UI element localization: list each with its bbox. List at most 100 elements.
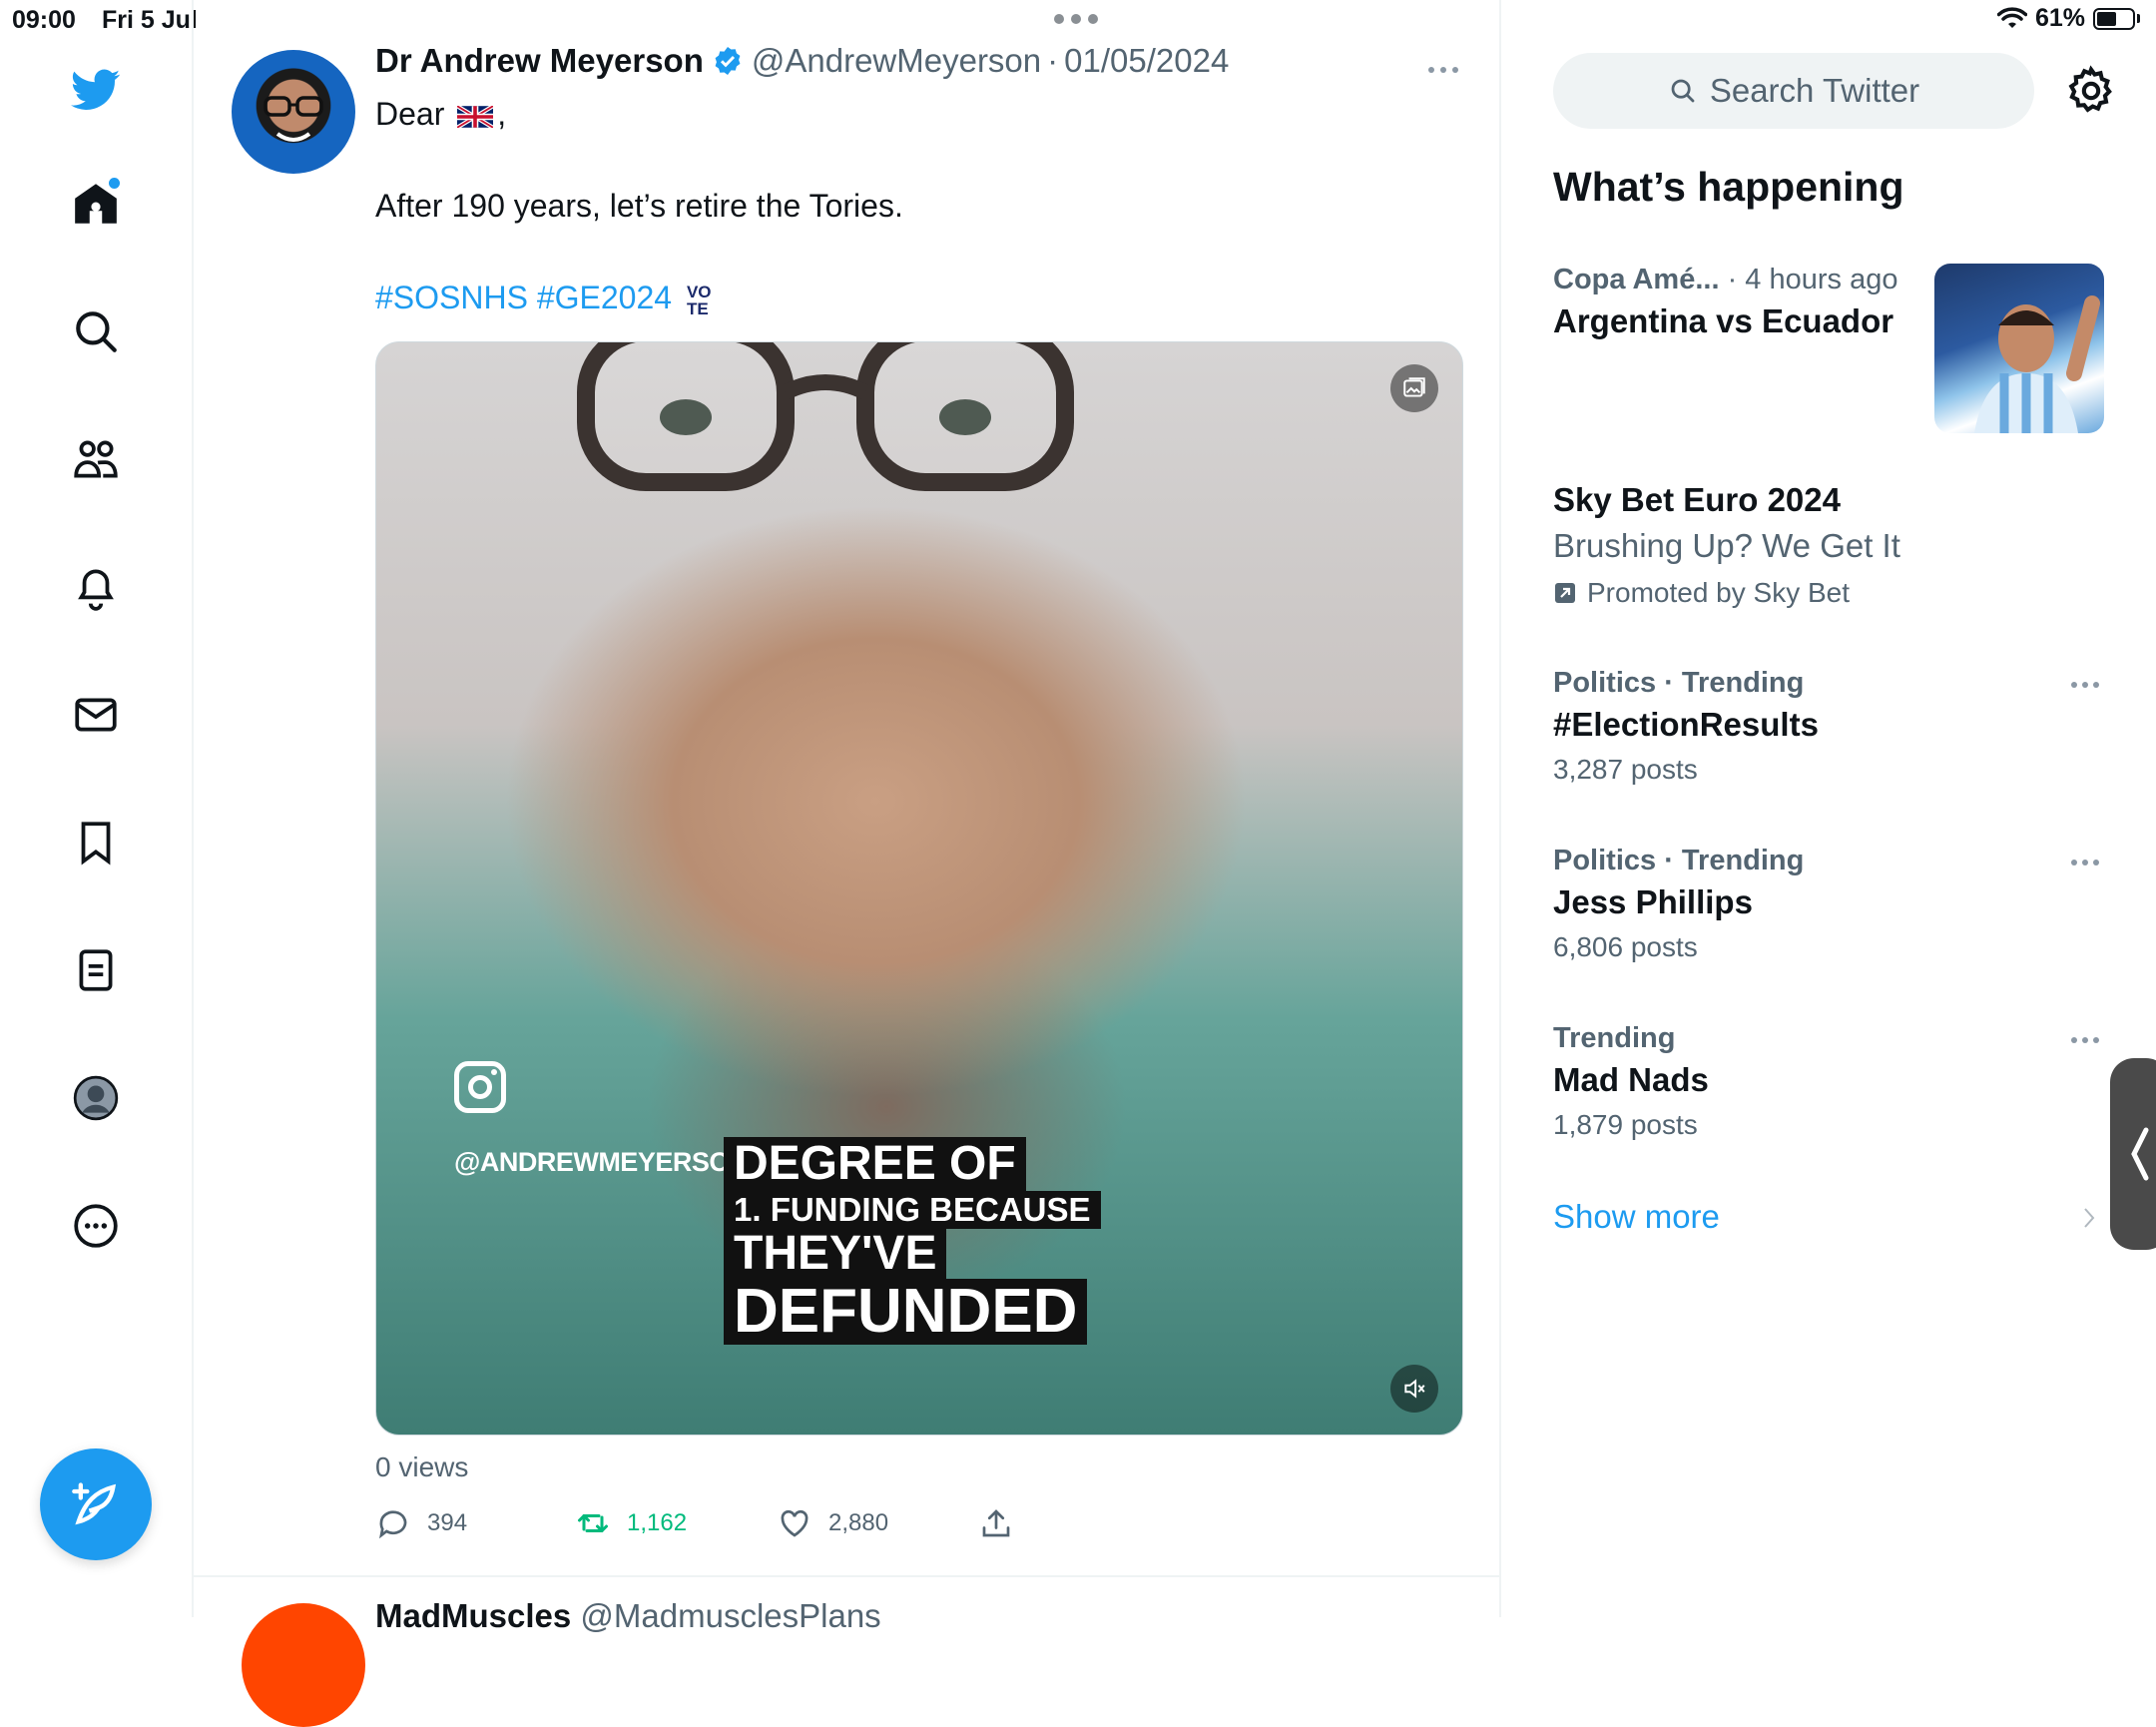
more-circle-icon <box>74 1204 118 1248</box>
tweet-video[interactable]: @ANDREWMEYERSON DEGREE OF 1. FUNDING BEC… <box>375 341 1463 1436</box>
instagram-icon <box>454 1061 506 1113</box>
vote-emoji-icon: VO TE <box>687 284 712 317</box>
search-icon <box>1671 79 1695 103</box>
share-button[interactable] <box>978 1505 1014 1541</box>
compose-tweet-button[interactable] <box>40 1448 152 1560</box>
nav-bookmarks[interactable] <box>66 813 126 872</box>
tweet-divider <box>194 1575 1499 1577</box>
promoted-subtitle: Brushing Up? We Get It <box>1553 527 1900 564</box>
nav-messages[interactable] <box>66 685 126 745</box>
nav-notifications[interactable] <box>66 557 126 617</box>
tweet-author-name[interactable]: Dr Andrew Meyerson <box>375 42 704 80</box>
reply-icon <box>379 1510 407 1539</box>
share-icon <box>982 1509 1010 1537</box>
retweet-icon <box>578 1514 608 1532</box>
video-frame-glasses <box>577 342 1074 491</box>
promoted-title: Sky Bet Euro 2024 <box>1553 481 1841 518</box>
nav-home[interactable] <box>66 174 126 234</box>
verified-badge-icon <box>712 45 744 77</box>
bookmark-icon <box>81 822 111 865</box>
whats-happening-title: What’s happening <box>1553 164 1904 210</box>
trend-category: Trending <box>1553 1022 1676 1054</box>
next-tweet-avatar[interactable] <box>242 1603 365 1727</box>
lists-icon <box>79 949 113 991</box>
trend-item[interactable]: Politics · Trending Jess Phillips 6,806 … <box>1553 845 2112 963</box>
compose-feather-icon <box>72 1482 117 1525</box>
battery-icon <box>2093 7 2135 30</box>
video-gallery-button[interactable] <box>1390 364 1438 412</box>
trend-count: 3,287 posts <box>1553 754 1698 785</box>
trend-category: Copa Amé... <box>1553 264 1720 295</box>
nav-explore[interactable] <box>66 301 126 361</box>
trend-category: Politics · Trending <box>1553 667 1805 699</box>
show-more-link[interactable]: Show more <box>1553 1198 1720 1236</box>
wifi-icon <box>1996 6 2027 28</box>
header-separator: · <box>1047 42 1059 79</box>
nav-communities[interactable] <box>66 429 126 489</box>
tweet-text-line1: Dear , <box>375 96 506 133</box>
tweet-greeting: Dear <box>375 96 445 132</box>
trend-item[interactable]: Trending Mad Nads 1,879 posts <box>1553 1022 2112 1141</box>
tweet-text-line2: After 190 years, let’s retire the Tories… <box>375 188 903 224</box>
tweet-actions: 394 1,162 2,880 <box>375 1505 1014 1541</box>
slide-over-handle[interactable] <box>2110 1058 2156 1250</box>
next-tweet-author-handle[interactable]: @MadmusclesPlans <box>580 1597 880 1634</box>
uk-flag-icon <box>457 105 494 128</box>
profile-avatar-icon <box>73 1075 119 1121</box>
caption-line1: DEGREE OF <box>724 1137 1026 1191</box>
vote-bottom: TE <box>686 298 709 318</box>
reply-count: 394 <box>427 1509 468 1536</box>
nav-lists[interactable] <box>66 940 126 1000</box>
bell-icon <box>78 569 114 611</box>
trend-thumbnail[interactable] <box>1934 264 2104 433</box>
hashtag-sosnhs[interactable]: #SOSNHS <box>375 280 528 315</box>
mute-button[interactable] <box>1390 1365 1438 1413</box>
tweet-greeting-comma: , <box>497 96 507 132</box>
trend-more-icon[interactable] <box>2070 859 2100 866</box>
battery-percent: 61% <box>2034 4 2085 32</box>
like-button[interactable]: 2,880 <box>777 1505 978 1541</box>
video-overlay-handle: @ANDREWMEYERSON <box>454 1147 749 1177</box>
caption-line4: DEFUNDED <box>724 1279 1088 1345</box>
chevron-right-icon <box>2084 1208 2095 1228</box>
nav-more[interactable] <box>66 1196 126 1256</box>
next-tweet-author-name[interactable]: MadMuscles <box>375 1597 571 1634</box>
trend-more-icon[interactable] <box>2070 681 2100 689</box>
gallery-icon <box>1403 377 1425 397</box>
like-count: 2,880 <box>828 1509 889 1536</box>
trend-count: 1,879 posts <box>1553 1109 1698 1140</box>
caption-line2: 1. FUNDING BECAUSE <box>724 1191 1101 1229</box>
reply-button[interactable]: 394 <box>375 1505 575 1541</box>
chevron-left-icon <box>2131 1127 2149 1181</box>
promoted-trend[interactable]: Sky Bet Euro 2024 Brushing Up? We Get It… <box>1553 481 2112 609</box>
tweet-more-options[interactable] <box>1427 62 1459 80</box>
search-twitter-field[interactable]: Search Twitter <box>1553 53 2034 129</box>
tweet-hashtags: #SOSNHS #GE2024 VO TE <box>375 280 712 317</box>
tweet-author-handle[interactable]: @AndrewMeyerson <box>752 42 1041 80</box>
tweet-author-avatar[interactable] <box>232 50 355 174</box>
caption-line3: THEY'VE <box>724 1229 947 1279</box>
retweet-button[interactable]: 1,162 <box>575 1505 777 1541</box>
video-caption: DEGREE OF 1. FUNDING BECAUSE THEY'VE DEF… <box>724 1137 1101 1345</box>
twitter-logo-icon[interactable] <box>66 60 126 120</box>
promoted-by-text: Promoted by Sky Bet <box>1587 577 1851 608</box>
side-navigation <box>0 0 194 1617</box>
trend-item[interactable]: Politics · Trending #ElectionResults 3,2… <box>1553 667 2112 786</box>
unread-dot <box>109 178 120 189</box>
retweet-count: 1,162 <box>627 1509 688 1536</box>
nav-profile[interactable] <box>66 1068 126 1128</box>
trend-time: · 4 hours ago <box>1727 264 1898 295</box>
status-indicators: 61% <box>1996 4 2140 33</box>
trend-more-icon[interactable] <box>2070 1036 2100 1044</box>
tweet-header: Dr Andrew Meyerson @AndrewMeyerson · 01/… <box>375 42 1229 80</box>
heart-icon <box>781 1509 808 1537</box>
next-tweet-header: MadMuscles @MadmusclesPlans <box>375 1597 881 1635</box>
hashtag-ge2024[interactable]: #GE2024 <box>537 280 672 315</box>
speaker-muted-icon <box>1404 1379 1425 1399</box>
timeline: Dr Andrew Meyerson @AndrewMeyerson · 01/… <box>194 0 1501 1727</box>
promoted-by: Promoted by Sky Bet <box>1553 577 2112 609</box>
more-horizontal-icon <box>1428 67 1458 73</box>
trend-title: #ElectionResults <box>1553 706 1819 743</box>
tweet-date[interactable]: 01/05/2024 <box>1064 42 1229 80</box>
settings-gear-icon[interactable] <box>2064 64 2118 118</box>
